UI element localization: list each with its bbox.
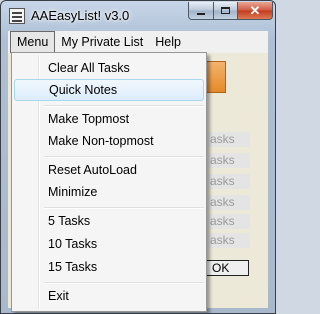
menu-separator	[44, 105, 204, 107]
minimize-button[interactable]	[188, 2, 214, 20]
menu-item-make-topmost[interactable]: Make Topmost	[14, 108, 204, 130]
menu-item-exit[interactable]: Exit	[14, 285, 204, 307]
task-label: asks	[208, 214, 250, 229]
window-title: AAEasyList! v3.0	[31, 8, 130, 23]
app-window: AAEasyList! v3.0 ✕ Menu My Private List …	[0, 0, 276, 314]
task-label: asks	[208, 233, 250, 248]
menubar-item-my-private-list[interactable]: My Private List	[55, 31, 149, 53]
close-icon: ✕	[249, 3, 261, 18]
menu-bar: Menu My Private List Help	[8, 31, 268, 53]
menu-dropdown: Clear All Tasks Quick Notes Make Topmost…	[11, 52, 207, 312]
task-label: asks	[208, 174, 250, 189]
menu-item-minimize[interactable]: Minimize	[14, 181, 204, 203]
menu-separator	[44, 207, 204, 209]
menu-item-reset-autoload[interactable]: Reset AutoLoad	[14, 159, 204, 181]
menubar-item-menu[interactable]: Menu	[10, 31, 56, 53]
menu-item-10-tasks[interactable]: 10 Tasks	[14, 233, 204, 255]
menu-separator	[44, 156, 204, 158]
maximize-button[interactable]	[213, 2, 238, 20]
title-bar[interactable]: AAEasyList! v3.0 ✕	[1, 1, 275, 31]
maximize-icon	[221, 7, 230, 14]
menu-item-15-tasks[interactable]: 15 Tasks	[14, 256, 204, 278]
list-icon[interactable]	[9, 8, 25, 24]
minimize-icon	[197, 12, 205, 15]
menu-separator	[44, 282, 204, 284]
menu-item-make-non-topmost[interactable]: Make Non-topmost	[14, 130, 204, 152]
ok-button[interactable]: OK	[205, 260, 249, 276]
menubar-item-help[interactable]: Help	[149, 31, 187, 53]
task-label: asks	[208, 153, 250, 168]
task-label: asks	[208, 195, 250, 210]
close-button[interactable]: ✕	[237, 2, 273, 20]
menu-item-clear-all-tasks[interactable]: Clear All Tasks	[14, 57, 204, 79]
task-label: asks	[208, 132, 250, 147]
menu-item-quick-notes[interactable]: Quick Notes	[14, 79, 204, 101]
menu-item-5-tasks[interactable]: 5 Tasks	[14, 210, 204, 232]
